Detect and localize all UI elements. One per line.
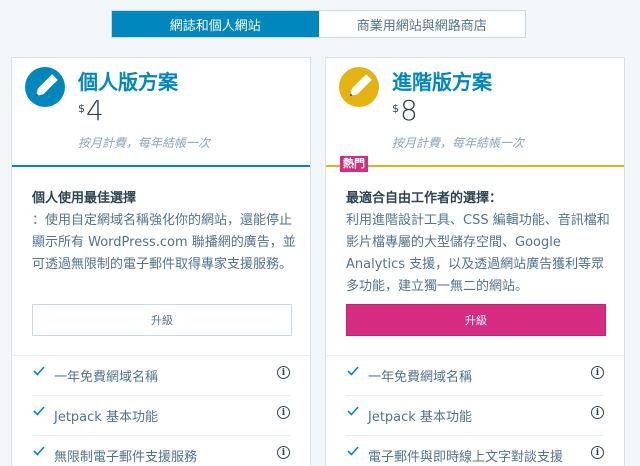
plan-card-personal: 個人版方案 $ 4 按月計費，每年結帳一次 個人使用最佳選擇 ：使用自定網域名稱… [11,57,311,466]
check-icon [347,446,359,456]
check-icon [347,406,359,416]
feature-item: 無限制電子郵件支援服務 i [32,436,290,466]
info-icon[interactable]: i [591,446,604,459]
plan-card-premium: 進階版方案 $ 8 按月計費，每年結帳一次 熱門 最適合自由工作者的選擇： 利用… [325,57,625,466]
plan-description: 個人使用最佳選擇 ：使用自定網域名稱強化你的網站，還能停止顯示所有 WordPr… [32,188,300,276]
plan-name: 進階版方案 [392,70,492,94]
plan-description-lead: 最適合自由工作者的選擇： [346,191,503,206]
info-icon[interactable]: i [277,446,290,459]
currency-symbol: $ [392,102,399,115]
billing-period: 按月計費，每年結帳一次 [78,136,211,150]
tab-blogs-personal[interactable]: 網誌和個人網站 [112,11,319,37]
feature-item: 一年免費網域名稱 i [346,356,604,396]
info-icon[interactable]: i [277,406,290,419]
feature-label: Jetpack 基本功能 [54,410,158,425]
popular-badge: 熱門 [340,156,368,172]
plan-description-body: ：使用自定網域名稱強化你的網站，還能停止顯示所有 WordPress.com 聯… [32,213,296,272]
feature-label: 一年免費網域名稱 [368,370,473,385]
check-icon [33,366,45,376]
pencil-icon [25,67,65,107]
info-icon[interactable]: i [591,406,604,419]
upgrade-button[interactable]: 升級 [346,304,606,336]
feature-item: 電子郵件與即時線上文字對談支援 i [346,436,604,466]
plan-price: 8 [400,94,418,127]
feature-list: 一年免費網域名稱 i Jetpack 基本功能 i 電子郵件與即時線上文字對談支… [326,355,624,466]
plan-description-body: 利用進階設計工具、CSS 編輯功能、音訊檔和影片檔專屬的大型儲存空間、Googl… [346,213,610,294]
billing-period: 按月計費，每年結帳一次 [392,136,525,150]
feature-item: Jetpack 基本功能 i [32,396,290,436]
feature-label: 無限制電子郵件支援服務 [54,450,198,465]
pencil-icon [339,67,379,107]
feature-item: 一年免費網域名稱 i [32,356,290,396]
plan-description-lead: 個人使用最佳選擇 [32,191,137,206]
plan-header: 個人版方案 $ 4 按月計費，每年結帳一次 [12,58,310,167]
info-icon[interactable]: i [277,366,290,379]
feature-label: 一年免費網域名稱 [54,370,159,385]
upgrade-button[interactable]: 升級 [32,304,292,336]
feature-label: 電子郵件與即時線上文字對談支援 [368,450,564,465]
check-icon [347,366,359,376]
tab-business-store[interactable]: 商業用網站與網路商店 [319,11,526,37]
feature-label: Jetpack 基本功能 [368,410,472,425]
check-icon [33,406,45,416]
currency-symbol: $ [78,102,85,115]
info-icon[interactable]: i [591,366,604,379]
plan-header: 進階版方案 $ 8 按月計費，每年結帳一次 熱門 [326,58,624,172]
feature-list: 一年免費網域名稱 i Jetpack 基本功能 i 無限制電子郵件支援服務 i [12,355,310,466]
feature-item: Jetpack 基本功能 i [346,396,604,436]
plan-price: 4 [86,94,104,127]
plan-type-tabs: 網誌和個人網站 商業用網站與網路商店 [111,10,526,38]
plan-description: 最適合自由工作者的選擇： 利用進階設計工具、CSS 編輯功能、音訊檔和影片檔專屬… [346,188,614,298]
check-icon [33,446,45,456]
plan-name: 個人版方案 [78,70,178,94]
